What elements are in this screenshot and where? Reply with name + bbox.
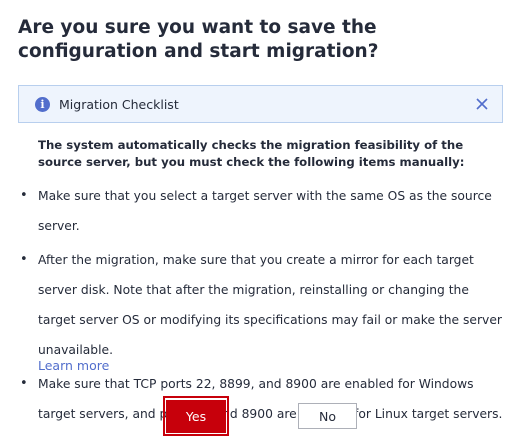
checklist-item: • After the migration, make sure that yo… xyxy=(18,245,508,365)
dialog-title: Are you sure you want to save the config… xyxy=(18,17,379,62)
bullet-icon: • xyxy=(20,252,28,267)
yes-button[interactable]: Yes xyxy=(166,400,226,433)
checklist-intro: The system automatically checks the migr… xyxy=(38,138,465,169)
no-button[interactable]: No xyxy=(298,403,357,429)
migration-confirm-dialog: Are you sure you want to save the config… xyxy=(0,0,521,447)
close-icon[interactable] xyxy=(472,94,492,114)
checklist-item-text: After the migration, make sure that you … xyxy=(38,253,502,357)
checklist-label: Migration Checklist xyxy=(59,96,179,112)
checklist-item: • Make sure that TCP ports 22, 8899, and… xyxy=(18,369,508,429)
checklist-item: • Make sure that you select a target ser… xyxy=(18,181,508,241)
bullet-icon: • xyxy=(20,188,28,203)
checklist-item-text: Make sure that TCP ports 22, 8899, and 8… xyxy=(38,377,503,421)
migration-checklist-bar: i Migration Checklist xyxy=(18,85,503,123)
bullet-icon: • xyxy=(20,376,28,391)
checklist-item-text: Make sure that you select a target serve… xyxy=(38,189,492,233)
learn-more-link[interactable]: Learn more xyxy=(38,358,109,373)
info-icon: i xyxy=(35,96,50,112)
checklist-items: • Make sure that you select a target ser… xyxy=(18,181,508,433)
